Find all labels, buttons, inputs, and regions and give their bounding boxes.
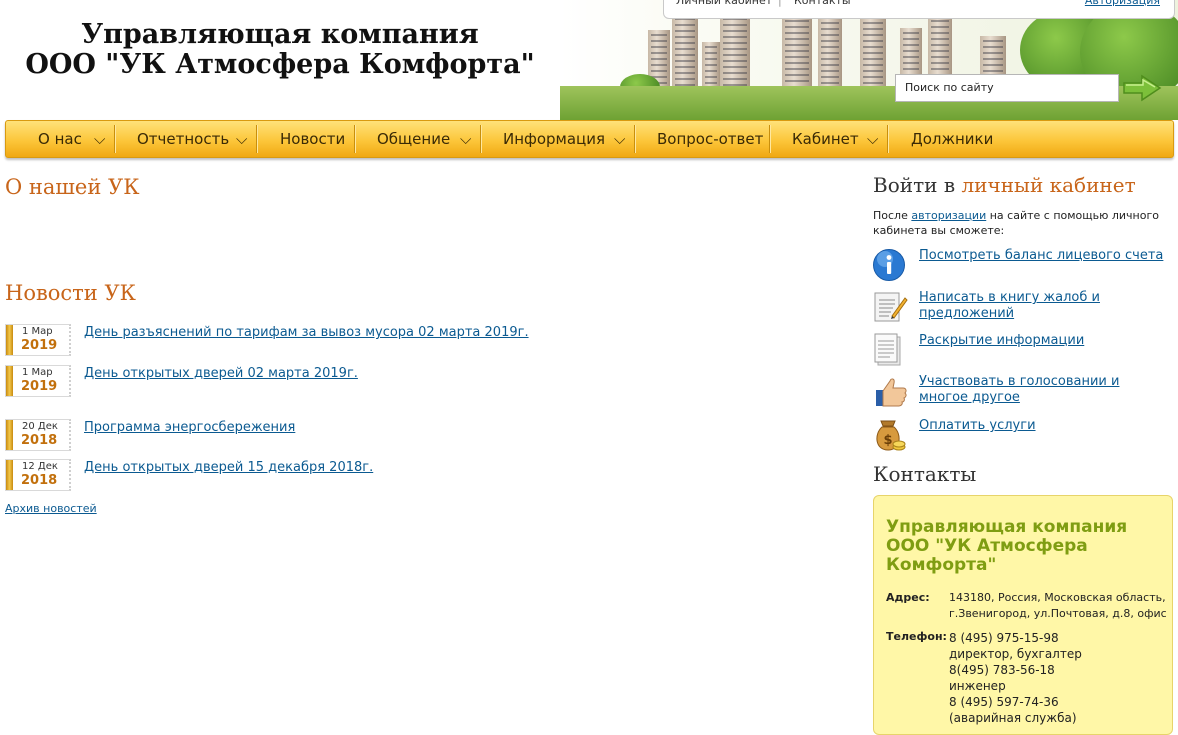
calendar-date-icon: 20 Дек 2018	[5, 419, 71, 451]
contacts-heading: Контакты	[873, 462, 977, 486]
news-date-year: 2018	[21, 473, 58, 488]
calendar-date-icon: 1 Мар 2019	[5, 365, 71, 397]
contact-org-name: Управляющая компания ООО "УК Атмосфера К…	[886, 517, 1128, 575]
link-contacts[interactable]: Контакты	[794, 0, 851, 8]
nav-divider	[114, 125, 115, 153]
nav-item-information[interactable]: Информация	[503, 121, 605, 157]
top-links-separator: |	[778, 0, 782, 7]
nav-label: Должники	[911, 130, 994, 148]
news-link[interactable]: День разъяснений по тарифам за вывоз мус…	[84, 325, 529, 340]
login-heading-prefix: Войти в	[873, 173, 962, 197]
svg-text:$: $	[883, 433, 892, 448]
news-archive-link[interactable]: Архив новостей	[5, 502, 97, 515]
nav-label: Отчетность	[137, 130, 230, 148]
login-heading-accent: личный кабинет	[961, 173, 1136, 197]
nav-label: Общение	[377, 130, 451, 148]
news-date-day: 12 Дек	[22, 461, 58, 472]
nav-label: Кабинет	[792, 130, 859, 148]
feature-disclosure: Раскрытие информации	[872, 333, 1172, 367]
contact-card: Управляющая компания ООО "УК Атмосфера К…	[873, 495, 1173, 735]
feature-link[interactable]: Участвовать в голосовании и многое друго…	[919, 374, 1169, 406]
news-date-day: 1 Мар	[22, 367, 53, 378]
main-nav: О нас ⌵ Отчетность ⌵ Новости Общение ⌵ И…	[5, 120, 1174, 158]
news-item: 1 Мар 2019 День разъяснений по тарифам з…	[5, 324, 845, 358]
about-heading: О нашей УК	[5, 175, 140, 199]
nav-item-cabinet[interactable]: Кабинет	[792, 121, 859, 157]
address-label: Адрес:	[886, 591, 930, 604]
nav-divider	[634, 125, 635, 153]
nav-divider	[887, 125, 888, 153]
site-title-line2: ООО "УК Атмосфера Комфорта"	[25, 49, 535, 80]
money-bag-icon: $	[876, 420, 906, 451]
nav-item-qa[interactable]: Вопрос-ответ	[657, 121, 763, 157]
nav-label: Новости	[280, 130, 346, 148]
login-heading: Войти в личный кабинет	[873, 173, 1136, 197]
link-authorization[interactable]: Авторизация	[1085, 0, 1160, 8]
document-icon	[874, 333, 901, 366]
nav-label: О нас	[38, 130, 82, 148]
feature-payment: $ Оплатить услуги	[872, 418, 1172, 452]
site-title-line1: Управляющая компания	[81, 19, 479, 50]
search-box	[895, 74, 1119, 102]
nav-label: Вопрос-ответ	[657, 130, 764, 148]
news-item: 1 Мар 2019 День открытых дверей 02 марта…	[5, 365, 845, 399]
news-item: 20 Дек 2018 Программа энергосбережения	[5, 419, 845, 453]
nav-divider	[769, 125, 770, 153]
chevron-down-icon[interactable]: ⌵	[460, 121, 471, 157]
nav-item-about[interactable]: О нас	[38, 121, 82, 157]
phone-label: Телефон:	[886, 630, 947, 643]
feature-link[interactable]: Раскрытие информации	[919, 333, 1169, 349]
feature-link[interactable]: Написать в книгу жалоб и предложений	[919, 290, 1169, 322]
info-icon	[873, 249, 905, 281]
nav-item-debtors[interactable]: Должники	[911, 121, 993, 157]
phone-line: 8(495) 783-56-18	[949, 663, 1055, 677]
search-input[interactable]	[896, 75, 1105, 99]
news-date-year: 2018	[21, 433, 58, 448]
feature-complaints: Написать в книгу жалоб и предложений	[872, 290, 1172, 324]
feature-balance: Посмотреть баланс лицевого счета	[872, 248, 1172, 282]
news-link[interactable]: День открытых дверей 02 марта 2019г.	[84, 366, 358, 381]
header: Управляющая компания ООО "УК Атмосфера К…	[0, 0, 1178, 120]
address-value: 143180, Россия, Московская область, г.Зв…	[949, 591, 1167, 620]
authorization-link[interactable]: авторизации	[911, 209, 986, 222]
nav-divider	[256, 125, 257, 153]
news-date-year: 2019	[21, 338, 58, 353]
phone-line: директор, бухгалтер	[949, 647, 1082, 661]
news-date-day: 1 Мар	[22, 326, 53, 337]
chevron-down-icon[interactable]: ⌵	[867, 121, 878, 157]
news-date-year: 2019	[21, 379, 58, 394]
feature-link[interactable]: Посмотреть баланс лицевого счета	[919, 248, 1169, 264]
link-personal-cabinet[interactable]: Личный кабинет	[676, 0, 772, 8]
phone-line: 8 (495) 975-15-98	[949, 631, 1059, 645]
nav-item-communication[interactable]: Общение	[377, 121, 450, 157]
calendar-date-icon: 12 Дек 2018	[5, 459, 71, 491]
news-link[interactable]: День открытых дверей 15 декабря 2018г.	[84, 460, 373, 475]
thumbs-up-icon	[876, 378, 907, 407]
news-heading: Новости УК	[5, 281, 136, 305]
chevron-down-icon[interactable]: ⌵	[614, 121, 625, 157]
news-date-day: 20 Дек	[22, 421, 58, 432]
chevron-down-icon[interactable]: ⌵	[94, 121, 105, 157]
nav-divider	[354, 125, 355, 153]
nav-label: Информация	[503, 130, 606, 148]
search-submit-arrow-icon[interactable]	[1122, 74, 1162, 102]
feature-link[interactable]: Оплатить услуги	[919, 418, 1169, 434]
phone-list: 8 (495) 975-15-98 директор, бухгалтер 8(…	[949, 630, 1171, 726]
site-title: Управляющая компания ООО "УК Атмосфера К…	[0, 20, 560, 80]
nav-divider	[480, 125, 481, 153]
nav-item-news[interactable]: Новости	[280, 121, 345, 157]
calendar-date-icon: 1 Мар 2019	[5, 324, 71, 356]
news-item: 12 Дек 2018 День открытых дверей 15 дека…	[5, 459, 845, 493]
login-description: После авторизации на сайте с помощью лич…	[873, 208, 1163, 238]
phone-line: инженер	[949, 679, 1006, 693]
news-link[interactable]: Программа энергосбережения	[84, 420, 295, 435]
feature-voting: Участвовать в голосовании и многое друго…	[872, 374, 1172, 408]
phone-line: 8 (495) 597-74-36	[949, 695, 1059, 709]
nav-item-reports[interactable]: Отчетность	[137, 121, 229, 157]
notepad-pen-icon	[874, 292, 908, 322]
top-links-bar: Личный кабинет | Контакты Авторизация	[663, 0, 1175, 19]
login-desc-text: После	[873, 209, 912, 222]
chevron-down-icon[interactable]: ⌵	[236, 121, 247, 157]
